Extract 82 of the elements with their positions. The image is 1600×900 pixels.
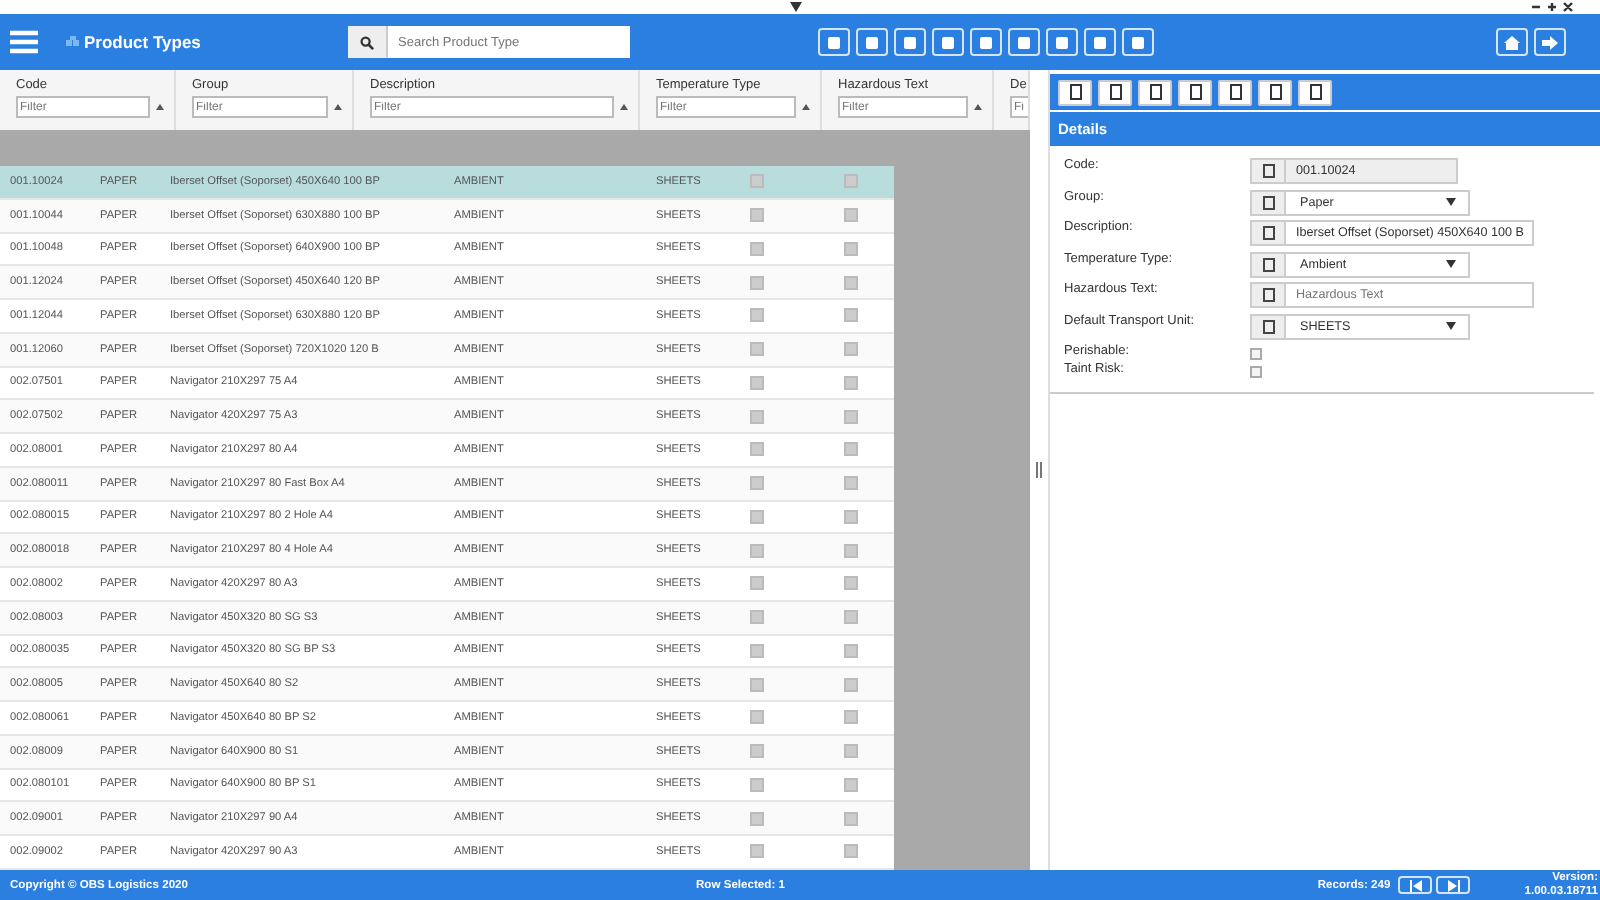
cubes-icon [66,36,80,48]
checkbox[interactable] [750,275,764,290]
document-button[interactable] [1046,28,1078,56]
checkbox[interactable] [844,442,858,457]
checkbox[interactable] [750,576,764,591]
arrow-icon [1542,35,1558,49]
checkbox[interactable] [750,710,764,725]
skip-forward-icon [1447,879,1460,891]
checkbox[interactable] [844,744,858,759]
checkbox[interactable] [750,509,764,524]
checkbox[interactable] [1250,366,1262,378]
skip-back-icon [1409,879,1422,891]
search-icon[interactable] [360,35,374,49]
checkbox[interactable] [844,509,858,524]
checkbox[interactable] [844,610,858,625]
sort-icon[interactable] [156,104,164,110]
checkbox[interactable] [750,811,764,826]
checkbox[interactable] [844,543,858,558]
sort-icon[interactable] [334,104,342,110]
grid-button[interactable] [970,28,1002,56]
checkbox[interactable] [750,844,764,859]
splitter-handle[interactable] [1036,462,1042,478]
checkbox[interactable] [750,677,764,692]
sort-icon[interactable] [974,104,982,110]
checkbox[interactable] [844,476,858,491]
share-button[interactable] [932,28,964,56]
sort-icon[interactable] [802,104,810,110]
checkbox[interactable] [750,543,764,558]
checkbox[interactable] [750,375,764,390]
checkbox[interactable] [844,777,858,792]
undo-button[interactable] [1218,79,1252,105]
checkbox[interactable] [750,476,764,491]
columns-button[interactable] [1122,28,1154,56]
window-controls-icon[interactable] [1532,2,1576,12]
page-title: Product Types [84,32,203,52]
checkbox[interactable] [750,643,764,658]
home-icon [1504,35,1520,49]
checkbox[interactable] [750,342,764,357]
logout-button[interactable] [1534,28,1566,56]
checkbox[interactable] [750,744,764,759]
checkbox[interactable] [844,576,858,591]
checkbox[interactable] [750,308,764,323]
document-button[interactable] [1008,28,1040,56]
checkbox[interactable] [844,375,858,390]
sort-icon[interactable] [620,104,628,110]
checkbox[interactable] [750,174,764,189]
first-page-button[interactable] [1398,876,1433,894]
checkbox[interactable] [750,442,764,457]
help-button[interactable] [1178,79,1212,105]
eraser-button[interactable] [1258,79,1292,105]
caret-icon[interactable] [1446,260,1456,268]
home-button[interactable] [1496,28,1528,56]
checkbox[interactable] [844,241,858,256]
checkbox[interactable] [750,208,764,223]
minus-button[interactable] [1298,79,1332,105]
checkbox[interactable] [750,610,764,625]
checkbox[interactable] [1250,348,1262,360]
checkbox[interactable] [844,409,858,424]
checkbox[interactable] [844,844,858,859]
menu-icon[interactable] [10,30,38,54]
checkbox[interactable] [750,777,764,792]
caret-icon[interactable] [1446,198,1456,206]
caret-icon[interactable] [1446,322,1456,330]
refresh-button[interactable] [894,28,926,56]
checkbox[interactable] [844,174,858,189]
checkbox[interactable] [844,710,858,725]
new-document-button[interactable] [1058,79,1092,105]
checkbox[interactable] [844,677,858,692]
checkbox[interactable] [750,241,764,256]
database-button[interactable] [856,28,888,56]
last-page-button[interactable] [1436,876,1471,894]
checkbox[interactable] [844,643,858,658]
checkbox[interactable] [844,308,858,323]
checkbox[interactable] [844,342,858,357]
trash-button[interactable] [1138,79,1172,105]
checkbox[interactable] [844,275,858,290]
star-button[interactable] [1084,28,1116,56]
checkbox[interactable] [844,208,858,223]
checkbox[interactable] [844,811,858,826]
save-button[interactable] [1098,79,1132,105]
expand-button[interactable] [818,28,850,56]
checkbox[interactable] [750,409,764,424]
